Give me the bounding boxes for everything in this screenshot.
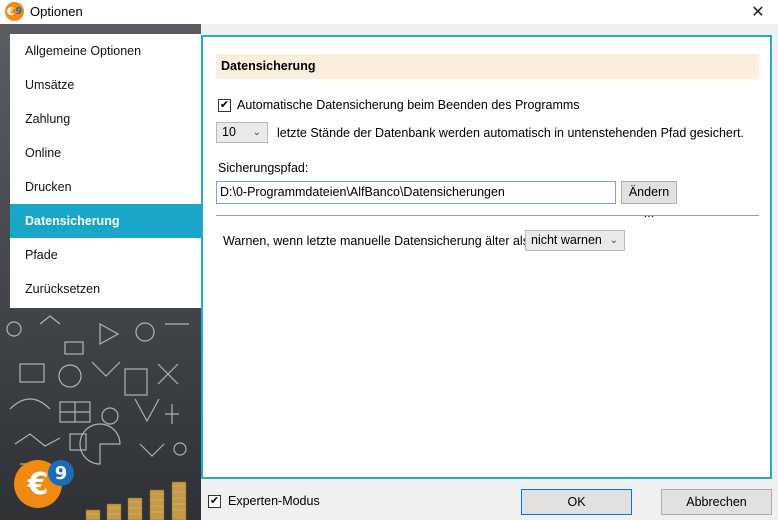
app-logo-icon: €9 (5, 2, 24, 21)
ok-button[interactable]: OK (521, 489, 632, 515)
sidebar-item-zahlung[interactable]: Zahlung (10, 102, 201, 136)
change-path-button[interactable]: Ändern ... (621, 181, 677, 220)
close-icon[interactable]: ✕ (748, 2, 768, 22)
chevron-down-icon: ⌄ (609, 235, 618, 246)
sidebar-item-datensicherung[interactable]: Datensicherung (10, 204, 201, 238)
warn-interval-select[interactable]: nicht warnen ⌄ (525, 230, 625, 251)
expert-mode-checkbox[interactable]: ✔ (208, 495, 221, 508)
settings-content-panel: Datensicherung ✔ Automatische Datensiche… (201, 35, 772, 479)
backup-count-text: letzte Stände der Datenbank werden autom… (277, 126, 744, 140)
check-icon: ✔ (209, 495, 220, 507)
backup-count-select[interactable]: 10 ⌄ (216, 122, 268, 143)
auto-backup-checkbox[interactable]: ✔ (218, 99, 231, 112)
auto-backup-label: Automatische Datensicherung beim Beenden… (237, 98, 580, 112)
expert-mode-label: Experten-Modus (228, 494, 320, 508)
chevron-down-icon: ⌄ (252, 127, 261, 138)
check-icon: ✔ (219, 99, 230, 111)
brand-logo-number: 9 (48, 460, 74, 486)
sidebar-item-online[interactable]: Online (10, 136, 201, 170)
title-bar: €9 Optionen ✕ (0, 0, 778, 24)
sidebar-item-umsaetze[interactable]: Umsätze (10, 68, 201, 102)
window-title: Optionen (30, 4, 83, 19)
backup-path-input[interactable]: D:\0-Programmdateien\AlfBanco\Datensiche… (216, 181, 616, 204)
sidebar-item-pfade[interactable]: Pfade (10, 238, 201, 272)
cancel-button[interactable]: Abbrechen (661, 489, 772, 515)
warn-label: Warnen, wenn letzte manuelle Datensicher… (223, 234, 529, 248)
sidebar-item-zuruecksetzen[interactable]: Zurücksetzen (10, 272, 201, 306)
section-title: Datensicherung (216, 54, 759, 79)
divider (216, 215, 759, 216)
sidebar-item-allgemeine-optionen[interactable]: Allgemeine Optionen (10, 34, 201, 68)
sidebar-item-drucken[interactable]: Drucken (10, 170, 201, 204)
options-nav: Allgemeine Optionen Umsätze Zahlung Onli… (10, 34, 201, 308)
path-label: Sicherungspfad: (218, 161, 309, 175)
sidebar-panel: € 9 Allgemeine Optionen Umsätze Zahlung … (0, 24, 201, 520)
